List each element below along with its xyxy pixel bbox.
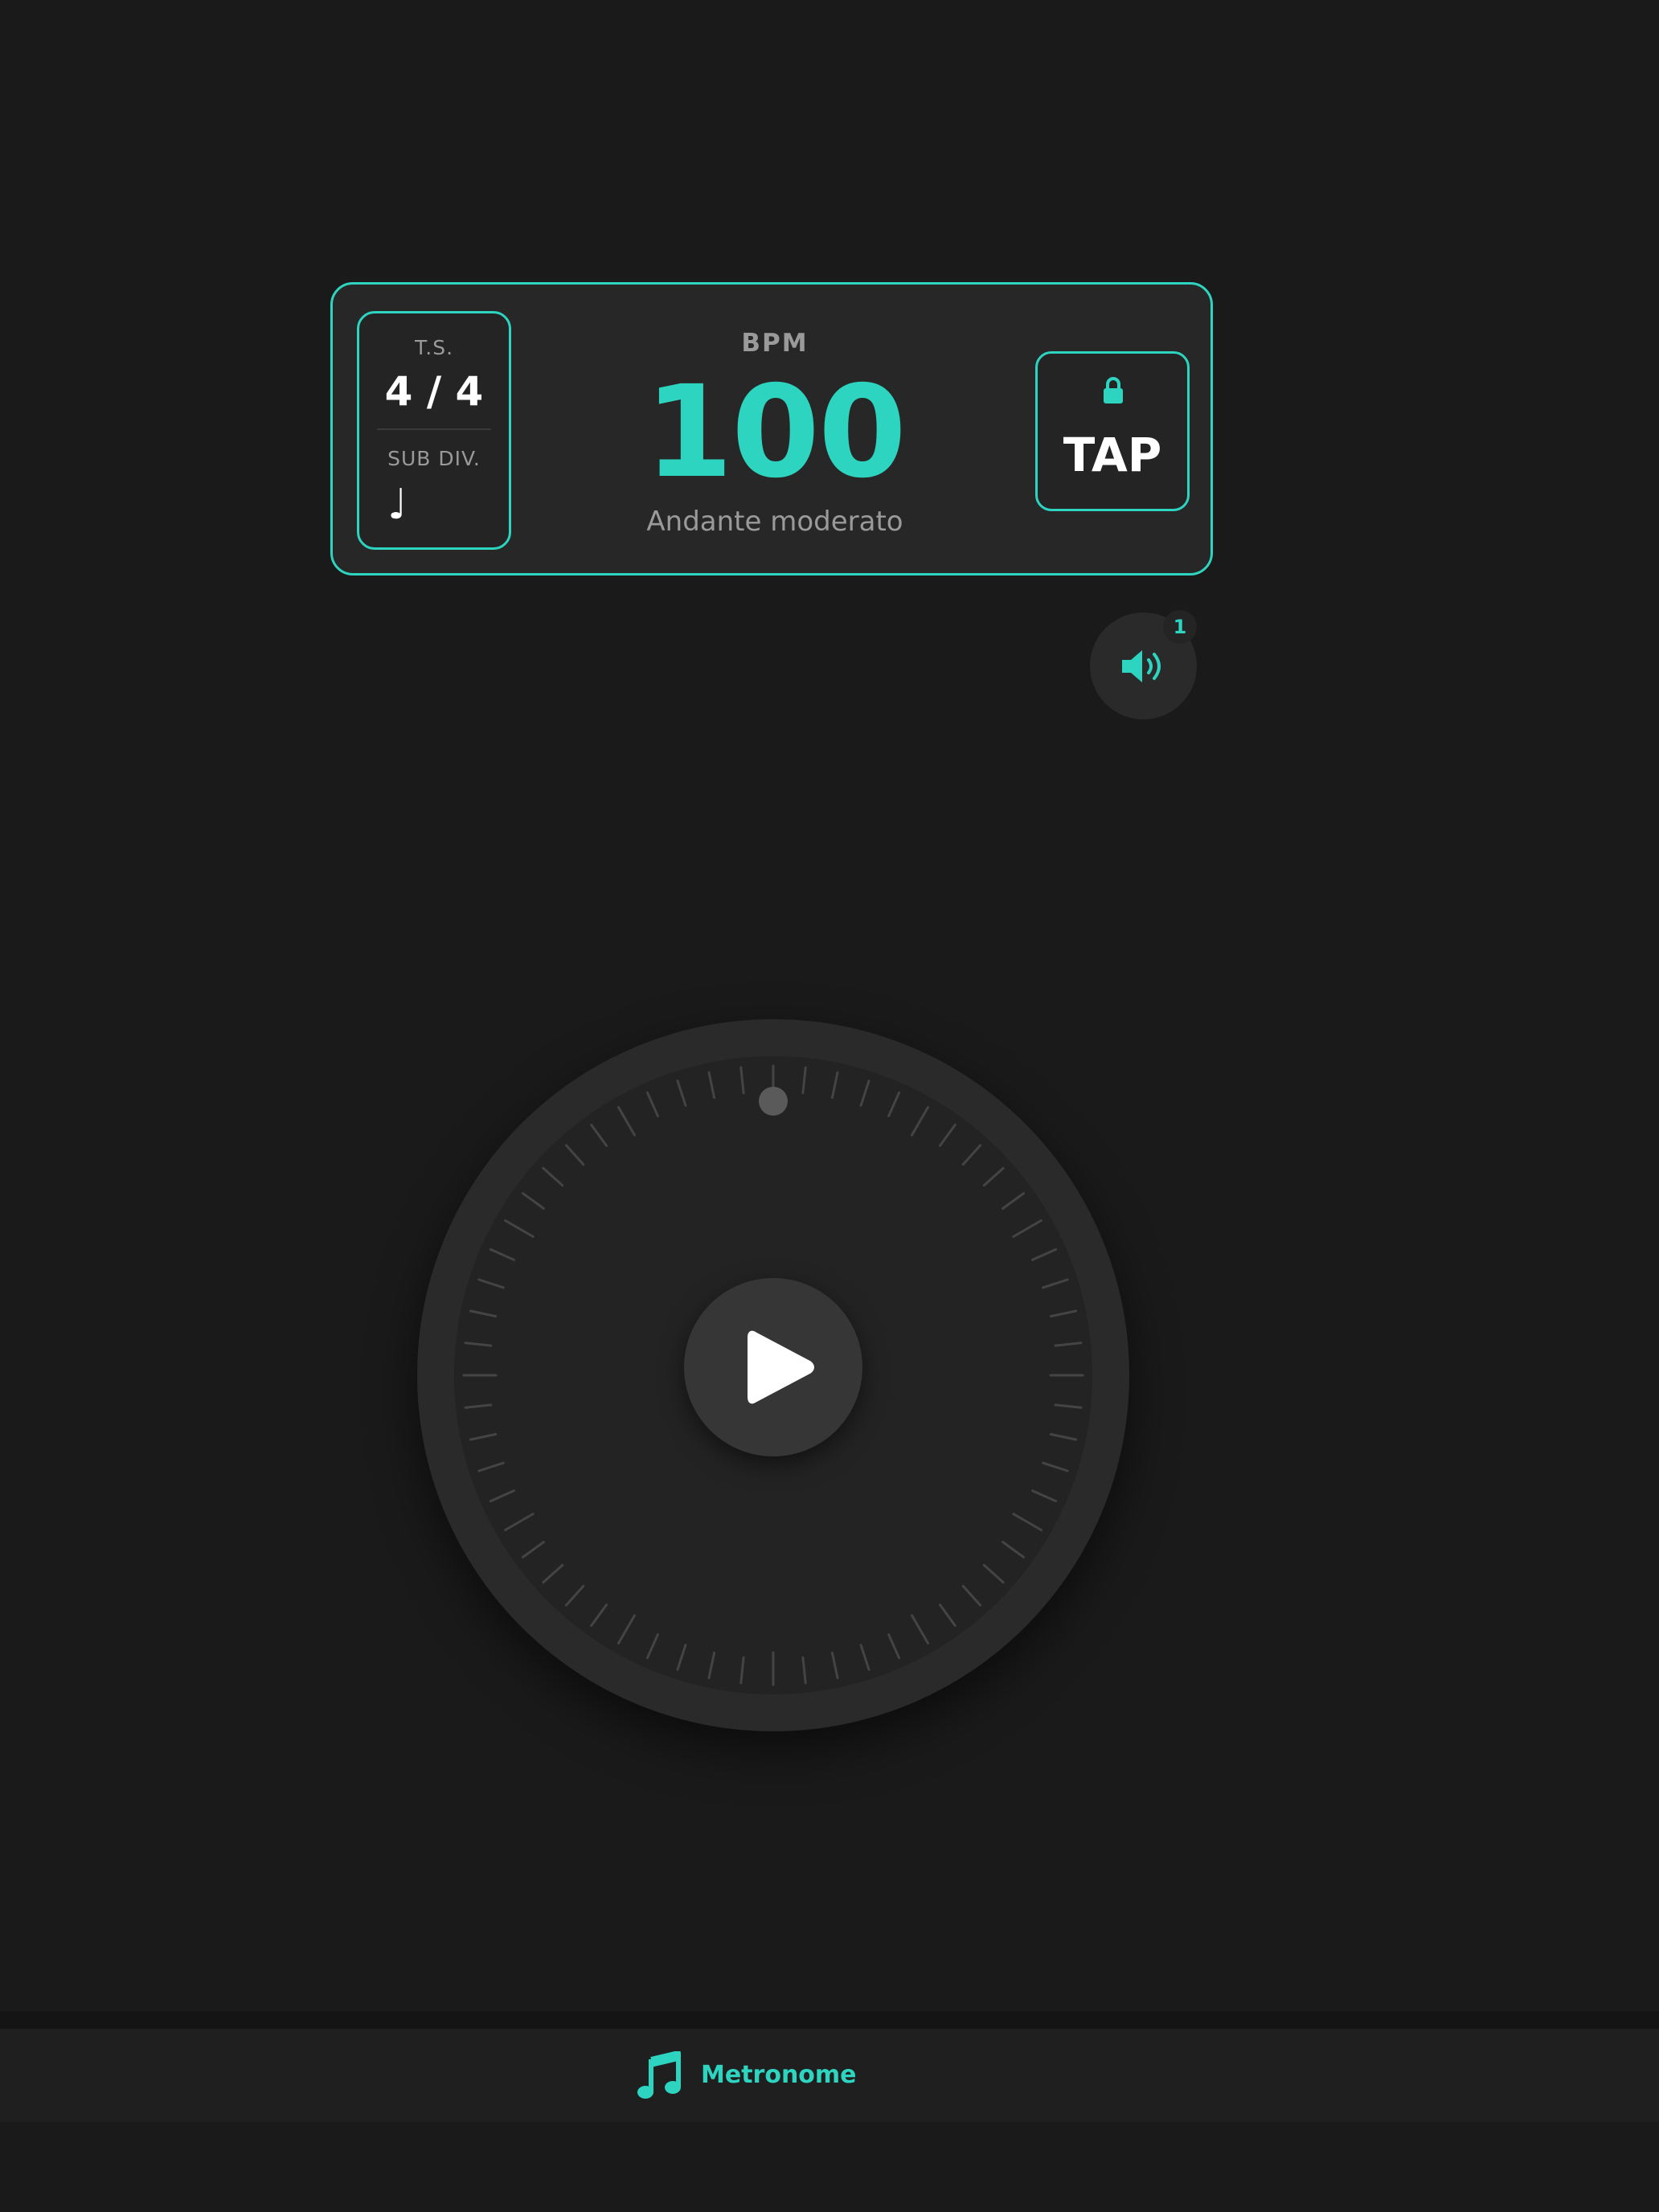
nav-divider (0, 2011, 1659, 2029)
dial-tick (464, 1403, 493, 1409)
dial-tick (1012, 1513, 1043, 1531)
play-button[interactable] (684, 1278, 862, 1456)
time-signature-label: T.S. (414, 336, 454, 359)
dial-tick (645, 1091, 659, 1117)
dial-tick (469, 1432, 498, 1441)
lock-icon[interactable] (1101, 376, 1125, 405)
dial-tick (887, 1091, 901, 1117)
dial-tick (801, 1066, 807, 1095)
music-note-icon (637, 2051, 681, 2099)
bpm-value[interactable]: 100 (606, 369, 944, 496)
dial-tick (1002, 1541, 1025, 1559)
dial-tick (859, 1644, 870, 1671)
dial-tick (830, 1651, 839, 1680)
dial-tick (961, 1144, 982, 1166)
dial-tick (617, 1614, 636, 1645)
tempo-name: Andante moderato (646, 506, 903, 538)
time-signature-value: 4 / 4 (384, 368, 484, 415)
dial-tick (1031, 1489, 1058, 1503)
tap-button[interactable]: TAP (1035, 351, 1190, 511)
dial-tick (739, 1656, 745, 1685)
dial-tick (617, 1106, 636, 1137)
dial-tick (504, 1219, 535, 1238)
dial-tick (542, 1563, 564, 1584)
dial-tick (859, 1079, 870, 1107)
speaker-icon (1122, 650, 1161, 682)
dial-tick (982, 1563, 1005, 1584)
dial-tick (522, 1541, 545, 1559)
dial-tick (676, 1644, 687, 1671)
dial-tick (1002, 1192, 1025, 1210)
dial-tick (676, 1079, 687, 1107)
dial-tick (1049, 1309, 1078, 1318)
nav-label-metronome: Metronome (701, 2061, 857, 2089)
dial-tick (489, 1247, 515, 1261)
dial-tick (830, 1071, 839, 1100)
dial-tick (477, 1278, 505, 1289)
dial-tick (1042, 1278, 1069, 1289)
dial-tick (939, 1604, 956, 1627)
dial-tick (939, 1124, 956, 1147)
dial-tick (1012, 1219, 1043, 1238)
divider (377, 428, 491, 430)
metronome-panel: T.S. 4 / 4 SUB DIV. ♩ BPM 100 Andante mo… (330, 282, 1213, 576)
subdivision-value: ♩ (387, 481, 408, 529)
dial-tick (707, 1071, 716, 1100)
dial-tick (564, 1144, 585, 1166)
tap-label: TAP (1063, 428, 1162, 482)
beat-indicator-dot (759, 1087, 788, 1116)
dial-tick (801, 1656, 807, 1685)
dial-tick (489, 1489, 515, 1503)
metronome-dial (417, 1019, 1129, 1731)
dial-tick (1042, 1461, 1069, 1473)
dial-tick (522, 1192, 545, 1210)
bpm-label: BPM (741, 329, 809, 358)
metronome-app: T.S. 4 / 4 SUB DIV. ♩ BPM 100 Andante mo… (0, 0, 1659, 2212)
dial-tick (739, 1066, 745, 1095)
dial-tick (911, 1614, 929, 1645)
dial-tick (982, 1166, 1005, 1187)
dial-tick (469, 1309, 498, 1318)
dial-tick (504, 1513, 535, 1531)
dial-tick (1054, 1403, 1083, 1409)
dial-tick (1049, 1432, 1078, 1441)
dial-tick (961, 1584, 982, 1607)
dial-tick (564, 1584, 585, 1607)
dial-tick (464, 1342, 493, 1347)
sound-count-badge: 1 (1163, 610, 1197, 644)
dial-tick (1054, 1342, 1083, 1347)
play-icon (748, 1330, 814, 1404)
dial-tick (887, 1633, 901, 1660)
dial-tick (1031, 1247, 1058, 1261)
dial-tick (707, 1651, 716, 1680)
dial-tick (911, 1106, 929, 1137)
subdivision-label: SUB DIV. (387, 447, 481, 470)
bottom-nav: Metronome (0, 2029, 1659, 2122)
nav-item-metronome[interactable]: Metronome (627, 2045, 868, 2106)
dial-tick (477, 1461, 505, 1473)
dial-tick (645, 1633, 659, 1660)
dial-tick (542, 1166, 564, 1187)
time-signature-box[interactable]: T.S. 4 / 4 SUB DIV. ♩ (357, 311, 511, 550)
dial-tick (590, 1604, 608, 1627)
dial-tick (590, 1124, 608, 1147)
